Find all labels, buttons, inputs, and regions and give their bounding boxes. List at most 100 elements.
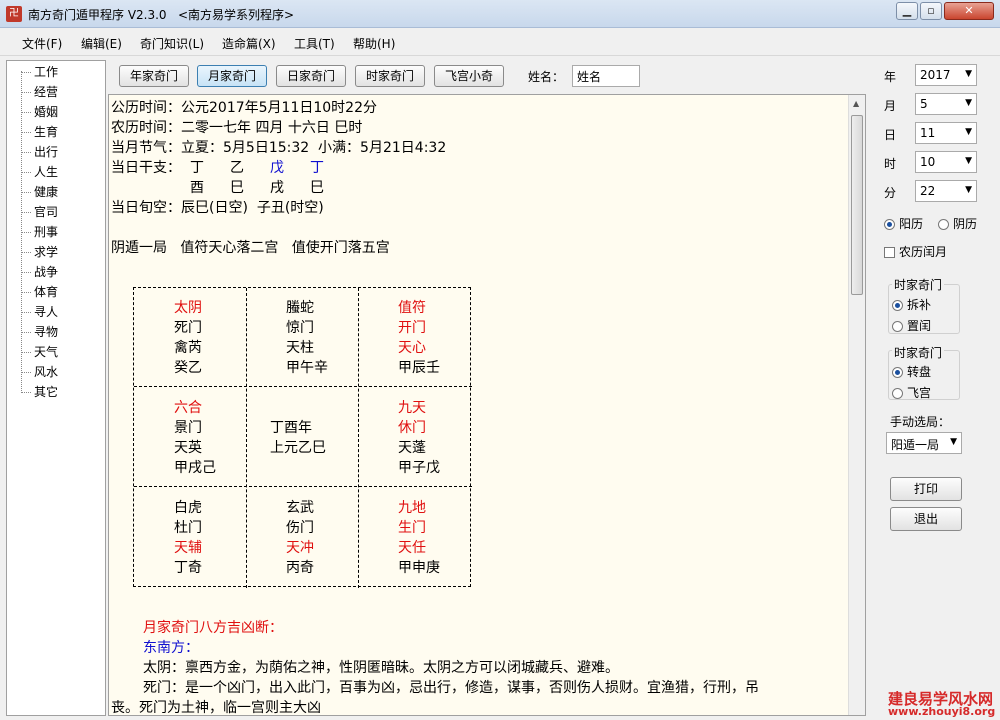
palace-west: 九天 休门 天蓬 甲子戊 <box>398 400 440 476</box>
scroll-thumb[interactable] <box>851 115 863 295</box>
day-qimen-button[interactable]: 日家奇门 <box>276 65 346 87</box>
menu-file[interactable]: 文件(F) <box>22 35 62 52</box>
day-label: 日 <box>884 128 897 142</box>
radio-feigong[interactable]: 飞宫 <box>892 384 931 401</box>
leap-month-checkbox[interactable]: 农历闰月 <box>884 243 947 260</box>
window-subtitle: <南方易学系列程序> <box>178 8 295 22</box>
day-select[interactable]: 11 ▼ <box>915 122 977 144</box>
year-select[interactable]: 2017 ▼ <box>915 64 977 86</box>
ganzhi-hour-branch: 巳 <box>310 180 324 196</box>
ganzhi-label: 当日干支： <box>111 160 181 176</box>
month-select[interactable]: 5 ▼ <box>915 93 977 115</box>
exit-button[interactable]: 退出 <box>890 507 962 531</box>
tree-item-weather[interactable]: 天气 <box>15 342 58 362</box>
maximize-button[interactable]: ▫ <box>920 2 942 20</box>
month-qimen-button[interactable]: 月家奇门 <box>197 65 267 87</box>
tree-item-study[interactable]: 求学 <box>15 242 58 262</box>
menu-zaoming[interactable]: 造命篇(X) <box>222 35 276 52</box>
tree-item-sports[interactable]: 体育 <box>15 282 58 302</box>
radio-chaibu[interactable]: 拆补 <box>892 296 931 313</box>
site-watermark: 建良易学风水网 www.zhouyi8.org <box>888 690 996 718</box>
group-plate-type-title: 时家奇门 <box>892 344 945 361</box>
ganzhi-month-stem: 乙 <box>230 160 244 176</box>
close-button[interactable]: ✕ <box>944 2 994 20</box>
grid-divider <box>246 288 247 588</box>
palace-northwest: 九地 生门 天任 甲申庚 <box>398 500 440 576</box>
chevron-down-icon: ▼ <box>950 437 957 447</box>
ganzhi-month-branch: 巳 <box>230 180 244 196</box>
palace-center: 丁酉年 上元乙巳 <box>270 420 326 456</box>
direction-heading: 东南方： <box>143 640 199 656</box>
feigong-xiaoqi-button[interactable]: 飞宫小奇 <box>434 65 504 87</box>
tree-item-travel[interactable]: 出行 <box>15 142 58 162</box>
palace-southwest: 值符 开门 天心 甲辰壬 <box>398 300 440 376</box>
tree-item-fengshui[interactable]: 风水 <box>15 362 58 382</box>
tree-item-find-person[interactable]: 寻人 <box>15 302 58 322</box>
palace-north: 玄武 伤门 天冲 丙奇 <box>286 500 314 576</box>
judgement-title: 月家奇门八方吉凶断： <box>143 620 283 636</box>
chevron-down-icon: ▼ <box>965 127 972 137</box>
menu-bar: 文件(F) 编辑(E) 奇门知识(L) 造命篇(X) 工具(T) 帮助(H) <box>0 30 1000 56</box>
judgement-para-2: 死门：是一个凶门，出入此门，百事为凶，忌出行，修造，谋事，否则伤人损财。宜渔猎，… <box>143 680 759 696</box>
menu-tools[interactable]: 工具(T) <box>294 35 335 52</box>
manual-ju-label: 手动选局： <box>890 415 951 429</box>
chevron-down-icon: ▼ <box>965 156 972 166</box>
menu-help[interactable]: 帮助(H) <box>353 35 395 52</box>
tree-item-life[interactable]: 人生 <box>15 162 58 182</box>
year-qimen-button[interactable]: 年家奇门 <box>119 65 189 87</box>
tree-item-birth[interactable]: 生育 <box>15 122 58 142</box>
judgement-para-1: 太阴：禀西方金，为荫佑之神，性阴匿暗昧。太阴之方可以闭城藏兵、避难。 <box>143 660 619 676</box>
nine-palace-grid: 太阴 死门 禽芮 癸乙 螣蛇 惊门 天柱 甲午辛 值符 开门 天心 甲辰壬 六合… <box>133 287 472 588</box>
menu-edit[interactable]: 编辑(E) <box>81 35 122 52</box>
group-hour-method-title: 时家奇门 <box>892 276 945 293</box>
lunar-time: 农历时间：二零一七年 四月 十六日 巳时 <box>111 120 363 136</box>
palace-east: 六合 景门 天英 甲戌己 <box>174 400 216 476</box>
tree-item-other[interactable]: 其它 <box>15 382 58 402</box>
title-bar: 卍 南方奇门遁甲程序 V2.3.0 <南方易学系列程序> ▁ ▫ ✕ <box>0 0 1000 28</box>
hour-select[interactable]: 10 ▼ <box>915 151 977 173</box>
tree-item-marriage[interactable]: 婚姻 <box>15 102 58 122</box>
ganzhi-year-stem: 丁 <box>190 160 204 176</box>
hour-label: 时 <box>884 157 897 171</box>
manual-ju-select[interactable]: 阳遁一局 ▼ <box>886 432 962 454</box>
judgement-para-3: 丧。死门为土神，临一宫则主大凶 <box>111 700 321 716</box>
tree-item-business[interactable]: 经营 <box>15 82 58 102</box>
radio-gregorian[interactable]: 阳历 <box>884 215 923 232</box>
palace-south: 螣蛇 惊门 天柱 甲午辛 <box>286 300 328 376</box>
ganzhi-year-branch: 酉 <box>190 180 204 196</box>
result-panel: 公历时间：公元2017年5月11日10时22分 农历时间：二零一七年 四月 十六… <box>108 94 866 716</box>
radio-lunar[interactable]: 阴历 <box>938 215 977 232</box>
menu-qimen-knowledge[interactable]: 奇门知识(L) <box>140 35 204 52</box>
name-input[interactable] <box>572 65 640 87</box>
year-label: 年 <box>884 70 897 84</box>
grid-divider <box>358 288 359 588</box>
chevron-down-icon: ▼ <box>965 185 972 195</box>
chevron-down-icon: ▼ <box>965 98 972 108</box>
solar-term: 当月节气：立夏：5月5日15:32 小满：5月21日4:32 <box>111 140 447 156</box>
month-label: 月 <box>884 99 897 113</box>
tree-item-criminal[interactable]: 刑事 <box>15 222 58 242</box>
minute-select[interactable]: 22 ▼ <box>915 180 977 202</box>
tree-item-lawsuit[interactable]: 官司 <box>15 202 58 222</box>
vertical-scrollbar[interactable]: ▲ <box>848 95 865 715</box>
radio-zhirun[interactable]: 置闰 <box>892 317 931 334</box>
print-button[interactable]: 打印 <box>890 477 962 501</box>
grid-divider <box>134 486 472 487</box>
gregorian-time: 公历时间：公元2017年5月11日10时22分 <box>111 100 377 116</box>
minimize-button[interactable]: ▁ <box>896 2 918 20</box>
tree-item-work[interactable]: 工作 <box>15 62 58 82</box>
xunkong: 当日旬空：辰巳(日空) 子丑(时空) <box>111 200 324 216</box>
ju-summary: 阴遁一局 值符天心落二宫 值使开门落五宫 <box>111 240 390 256</box>
tree-item-health[interactable]: 健康 <box>15 182 58 202</box>
palace-northeast: 白虎 杜门 天辅 丁奇 <box>174 500 202 576</box>
tree-item-war[interactable]: 战争 <box>15 262 58 282</box>
ganzhi-day-stem: 戊 <box>270 160 284 176</box>
window-title: 南方奇门遁甲程序 V2.3.0 <box>28 8 167 22</box>
radio-zhuanpan[interactable]: 转盘 <box>892 363 931 380</box>
ganzhi-day-branch: 戌 <box>270 180 284 196</box>
chevron-down-icon: ▼ <box>965 69 972 79</box>
tree-item-find-item[interactable]: 寻物 <box>15 322 58 342</box>
app-icon: 卍 <box>6 6 22 22</box>
hour-qimen-button[interactable]: 时家奇门 <box>355 65 425 87</box>
scroll-up-icon[interactable]: ▲ <box>853 99 859 108</box>
